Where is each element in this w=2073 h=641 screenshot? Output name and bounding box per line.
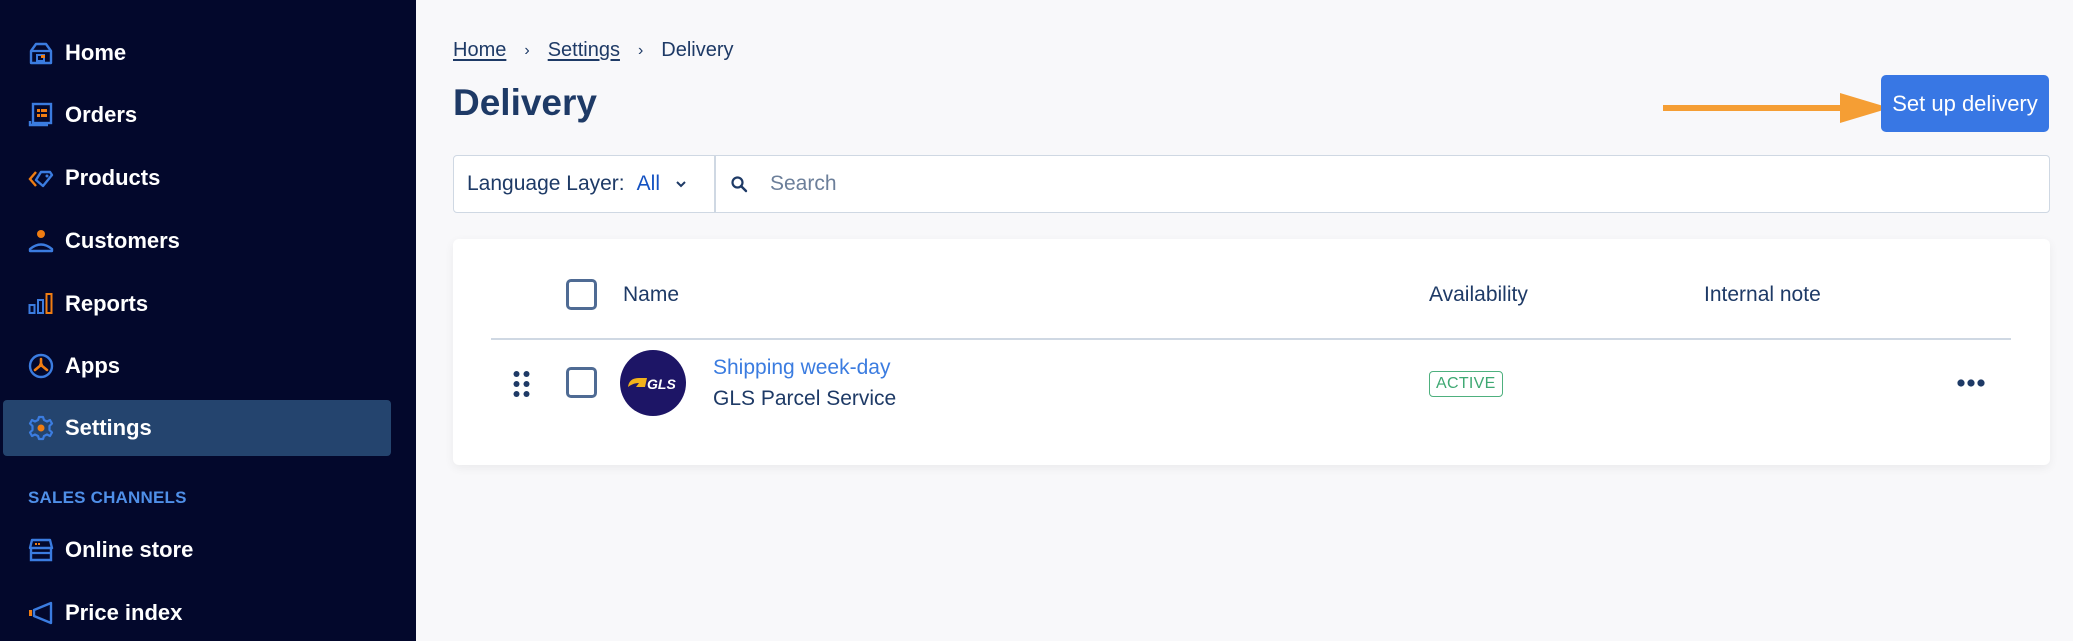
select-all-checkbox[interactable] (566, 279, 597, 310)
sidebar-item-label: Apps (65, 353, 120, 378)
orders-icon (28, 102, 54, 128)
sidebar-item-orders[interactable]: Orders (3, 87, 391, 143)
bar-chart-icon (28, 291, 54, 317)
person-icon (28, 228, 54, 254)
more-actions-button[interactable] (1956, 374, 1986, 392)
svg-text:GLS: GLS (647, 376, 676, 392)
chevron-down-icon (676, 181, 686, 188)
breadcrumb-home-link[interactable]: Home (453, 39, 506, 62)
search-input[interactable] (770, 172, 1958, 196)
sidebar-item-label: Orders (65, 102, 138, 127)
sidebar-item-home[interactable]: Home (3, 25, 391, 81)
sidebar-item-label: Home (65, 40, 127, 65)
gls-arrow-icon: GLS (628, 376, 676, 392)
breadcrumb-settings-link[interactable]: Settings (548, 39, 620, 62)
apps-icon (28, 353, 54, 379)
breadcrumb: Home › Settings › Delivery (453, 39, 734, 62)
column-header-availability: Availability (1429, 283, 1528, 306)
sidebar-item-label: Products (65, 165, 161, 190)
delivery-name-link[interactable]: Shipping week-day (713, 356, 890, 380)
chevron-right-icon: › (637, 41, 644, 59)
language-layer-select[interactable]: Language Layer: All (454, 156, 716, 212)
search-icon (731, 176, 748, 193)
sidebar-item-online-store[interactable]: Online store (3, 522, 391, 578)
sidebar-item-customers[interactable]: Customers (3, 213, 391, 269)
sidebar-item-label: Settings (65, 415, 152, 440)
sidebar-item-apps[interactable]: Apps (3, 338, 391, 394)
search-field (716, 156, 2049, 212)
gear-icon (28, 415, 54, 441)
filter-bar: Language Layer: All (453, 155, 2050, 213)
set-up-delivery-button[interactable]: Set up delivery (1881, 75, 2049, 132)
column-header-internal-note: Internal note (1704, 283, 1821, 306)
tag-icon (28, 165, 54, 191)
gls-logo: GLS (620, 350, 686, 416)
chevron-right-icon: › (524, 41, 530, 59)
sidebar-item-price-index[interactable]: Price index (3, 585, 391, 641)
drag-handle-icon[interactable] (513, 370, 530, 398)
sidebar-item-label: Reports (65, 291, 149, 316)
delivery-table-card (453, 239, 2050, 465)
row-checkbox[interactable] (566, 367, 597, 398)
sidebar-item-label: Customers (65, 228, 180, 253)
page-title: Delivery (453, 82, 597, 123)
sidebar-item-label: Online store (65, 537, 194, 562)
sidebar-item-products[interactable]: Products (3, 150, 391, 206)
megaphone-icon (28, 600, 54, 626)
sidebar-item-reports[interactable]: Reports (3, 276, 391, 332)
sales-channels-heading: SALES CHANNELS (28, 488, 187, 507)
column-header-name: Name (623, 283, 680, 306)
store-icon (28, 537, 54, 563)
ellipsis-icon (1957, 379, 1985, 387)
sidebar-item-settings[interactable]: Settings (3, 400, 391, 456)
sidebar: Home Orders Products Customers Reports A… (0, 0, 416, 641)
annotation-arrow-icon (1663, 93, 1890, 123)
home-icon (28, 40, 54, 66)
table-header-divider (491, 338, 2011, 340)
status-badge: ACTIVE (1429, 371, 1503, 397)
sidebar-item-label: Price index (65, 600, 183, 625)
carrier-name: GLS Parcel Service (713, 387, 897, 410)
breadcrumb-current: Delivery (661, 39, 734, 61)
language-layer-value: All (636, 172, 660, 195)
language-layer-label: Language Layer: (467, 172, 625, 195)
